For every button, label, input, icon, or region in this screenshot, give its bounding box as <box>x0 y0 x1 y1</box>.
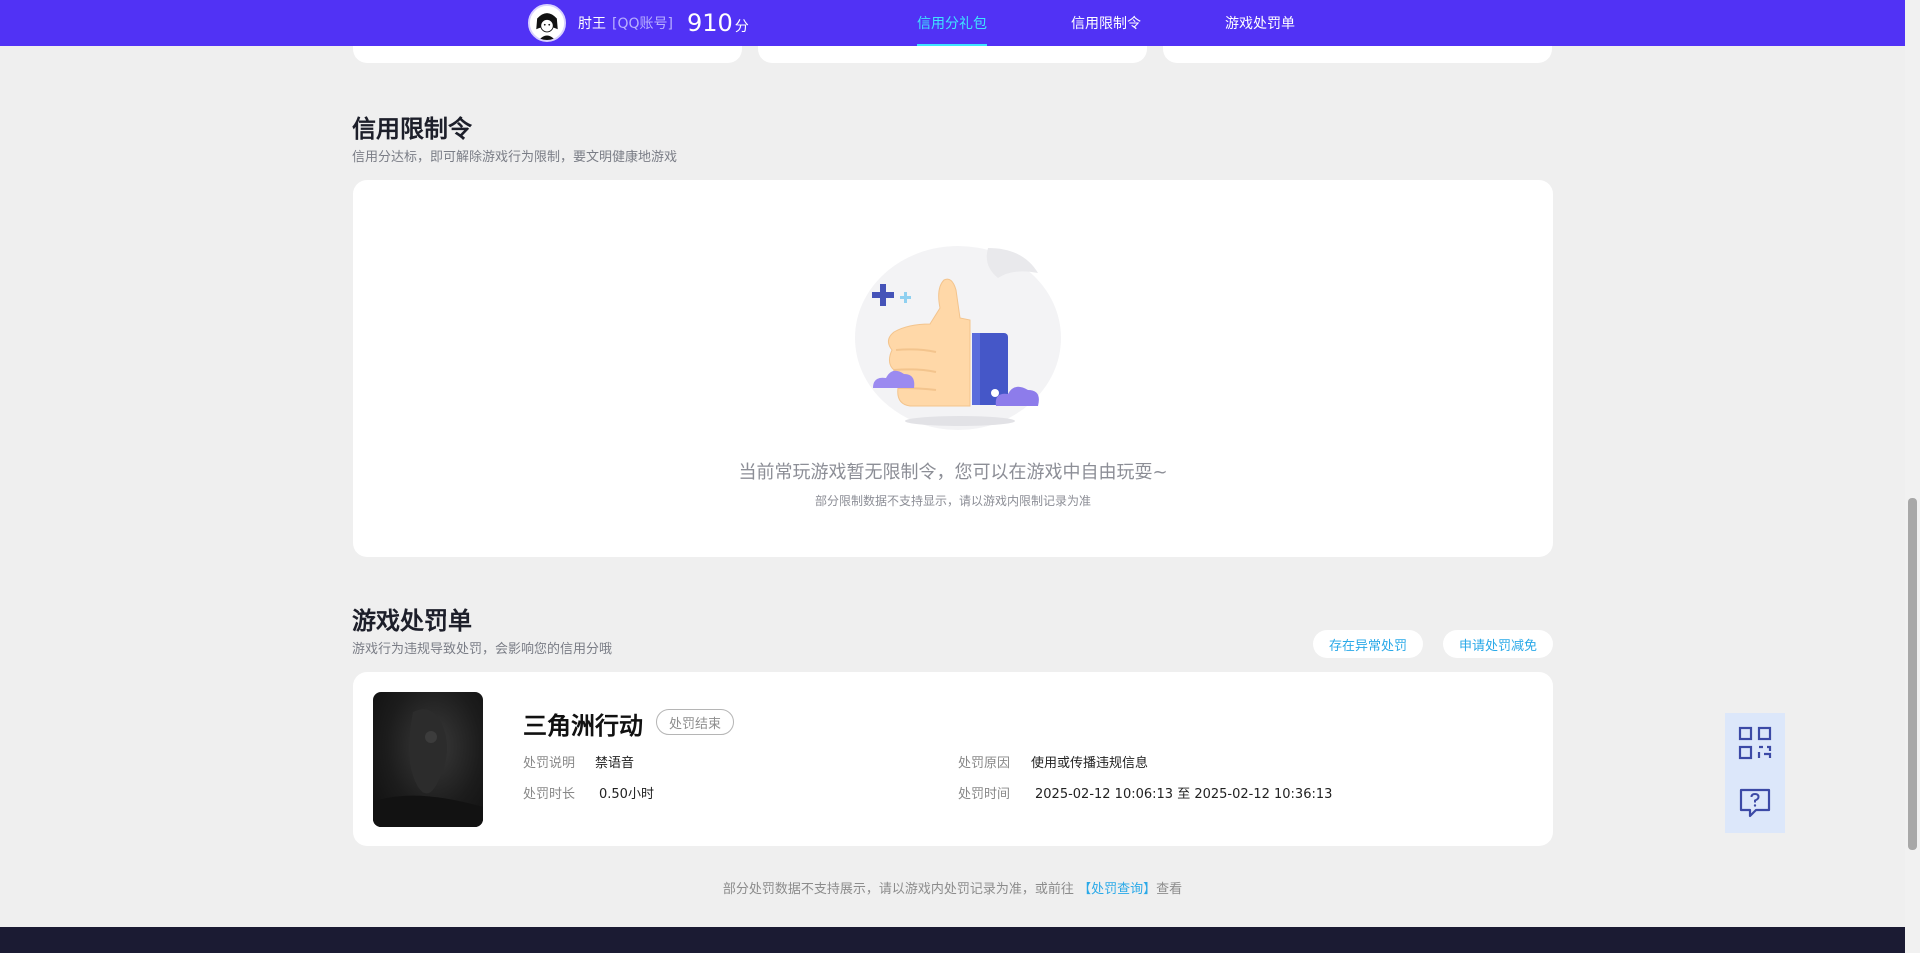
abnormal-penalty-button[interactable]: 存在异常处罚 <box>1313 630 1423 658</box>
avatar[interactable] <box>528 4 566 42</box>
penalty-duration-label: 处罚时长 <box>523 787 576 802</box>
penalty-subtitle: 游戏行为违规导致处罚，会影响您的信用分哦 <box>352 642 613 657</box>
penalty-reason-label: 处罚原因 <box>958 756 1011 771</box>
tab-credit-gift[interactable]: 信用分礼包 <box>917 0 987 46</box>
penalty-desc-label: 处罚说明 <box>523 756 576 771</box>
game-name: 三角洲行动 <box>523 712 643 740</box>
empty-state-text: 当前常玩游戏暂无限制令，您可以在游戏中自由玩耍~ <box>738 462 1168 483</box>
feedback-button[interactable] <box>1725 773 1785 833</box>
game-cover-image <box>373 692 483 827</box>
footnote-prefix: 部分处罚数据不支持展示，请以游戏内处罚记录为准，或前往 <box>722 882 1074 897</box>
user-info: 肘王 [QQ账号] 910 分 <box>528 4 749 42</box>
username: 肘王 <box>578 16 606 32</box>
footnote-suffix: 查看 <box>1156 882 1183 897</box>
scrollbar-thumb[interactable] <box>1908 498 1917 850</box>
credit-score-unit: 分 <box>734 19 749 35</box>
penalty-footnote: 部分处罚数据不支持展示，请以游戏内处罚记录为准，或前往 【处罚查询】查看 <box>0 878 1905 897</box>
tab-credit-restriction[interactable]: 信用限制令 <box>1071 0 1141 46</box>
penalty-desc-value: 禁语音 <box>595 756 635 771</box>
restriction-subtitle: 信用分达标，即可解除游戏行为限制，要文明健康地游戏 <box>352 150 678 165</box>
top-nav-bar: 肘王 [QQ账号] 910 分 信用分礼包 信用限制令 游戏处罚单 <box>0 0 1905 46</box>
qr-code-button[interactable] <box>1725 713 1785 773</box>
status-badge: 处罚结束 <box>656 709 735 735</box>
thumbs-up-illustration <box>855 246 1061 430</box>
penalty-time-label: 处罚时间 <box>958 787 1011 802</box>
question-chat-icon <box>1739 788 1771 818</box>
qrcode-icon <box>1738 726 1772 760</box>
credit-score: 910 <box>686 9 733 37</box>
penalty-reason-value: 使用或传播违规信息 <box>1031 756 1149 771</box>
penalty-query-link[interactable]: 【处罚查询】 <box>1078 882 1156 897</box>
apply-penalty-relief-button[interactable]: 申请处罚减免 <box>1443 630 1553 658</box>
penalty-duration-value: 0.50小时 <box>599 787 654 802</box>
footer-bar <box>0 927 1905 953</box>
empty-state-note: 部分限制数据不支持显示，请以游戏内限制记录为准 <box>814 494 1091 508</box>
tab-game-penalty[interactable]: 游戏处罚单 <box>1225 0 1295 46</box>
account-tag: [QQ账号] <box>612 16 673 32</box>
penalty-title: 游戏处罚单 <box>352 607 472 635</box>
penalty-time-value: 2025-02-12 10:06:13 至 2025-02-12 10:36:1… <box>1035 787 1333 802</box>
restriction-title: 信用限制令 <box>352 115 472 143</box>
